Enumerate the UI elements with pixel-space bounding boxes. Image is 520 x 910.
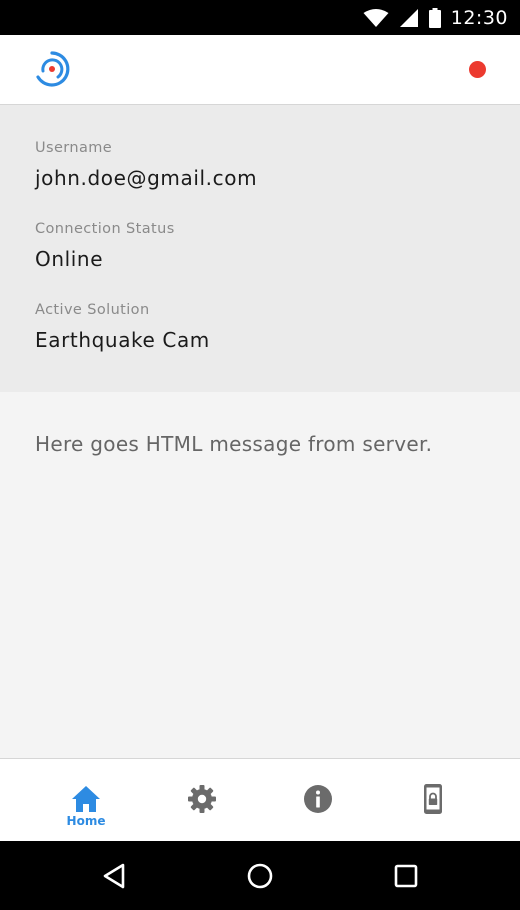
wifi-icon — [363, 8, 389, 27]
nav-settings[interactable] — [137, 759, 267, 842]
active-solution-value: Earthquake Cam — [35, 328, 210, 352]
back-icon[interactable] — [101, 862, 129, 890]
connection-status-field: Connection Status Online — [35, 221, 175, 271]
username-value: john.doe@gmail.com — [35, 166, 258, 190]
clock: 12:30 — [450, 6, 508, 29]
connection-status-value: Online — [35, 247, 104, 271]
server-message-area: Here goes HTML message from server. — [0, 392, 520, 758]
server-message: Here goes HTML message from server. — [35, 432, 433, 456]
app-bar — [0, 35, 520, 105]
home-circle-icon[interactable] — [246, 862, 274, 890]
account-info-panel: Username john.doe@gmail.com Connection S… — [0, 105, 520, 392]
bottom-navigation: Home — [0, 758, 520, 842]
username-field: Username john.doe@gmail.com — [35, 140, 257, 190]
home-icon — [72, 786, 100, 812]
active-solution-field: Active Solution Earthquake Cam — [35, 302, 210, 352]
cell-signal-icon — [399, 8, 418, 27]
nav-home-label: Home — [66, 814, 106, 828]
recents-icon[interactable] — [392, 862, 420, 890]
recording-indicator — [469, 61, 486, 78]
nav-home[interactable]: Home — [21, 759, 151, 842]
system-navigation-bar — [0, 841, 520, 910]
target-logo-icon[interactable] — [34, 51, 70, 87]
username-label: Username — [35, 140, 113, 156]
status-icons: 12:30 — [363, 0, 508, 35]
gear-icon — [188, 785, 216, 813]
nav-info[interactable] — [253, 759, 383, 842]
nav-device-lock[interactable] — [368, 759, 498, 842]
connection-status-label: Connection Status — [35, 221, 175, 237]
phone-lock-icon — [424, 784, 442, 814]
battery-icon — [428, 7, 441, 28]
status-bar: 12:30 — [0, 0, 520, 35]
active-solution-label: Active Solution — [35, 302, 150, 318]
info-icon — [304, 785, 332, 813]
